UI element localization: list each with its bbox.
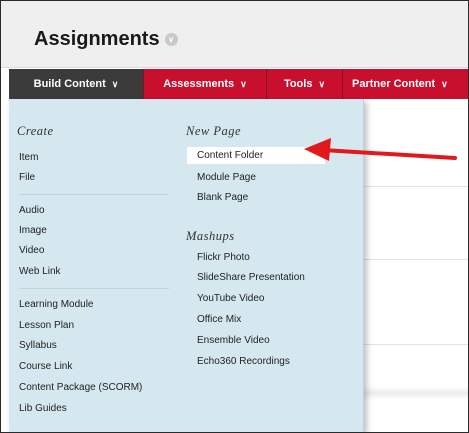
arrow-head xyxy=(304,138,331,161)
annotation-arrow-icon xyxy=(304,138,457,161)
page-frame: Assignments ∨ Build Content ∨ Assessment… xyxy=(0,0,469,433)
arrow-shaft xyxy=(321,148,457,160)
